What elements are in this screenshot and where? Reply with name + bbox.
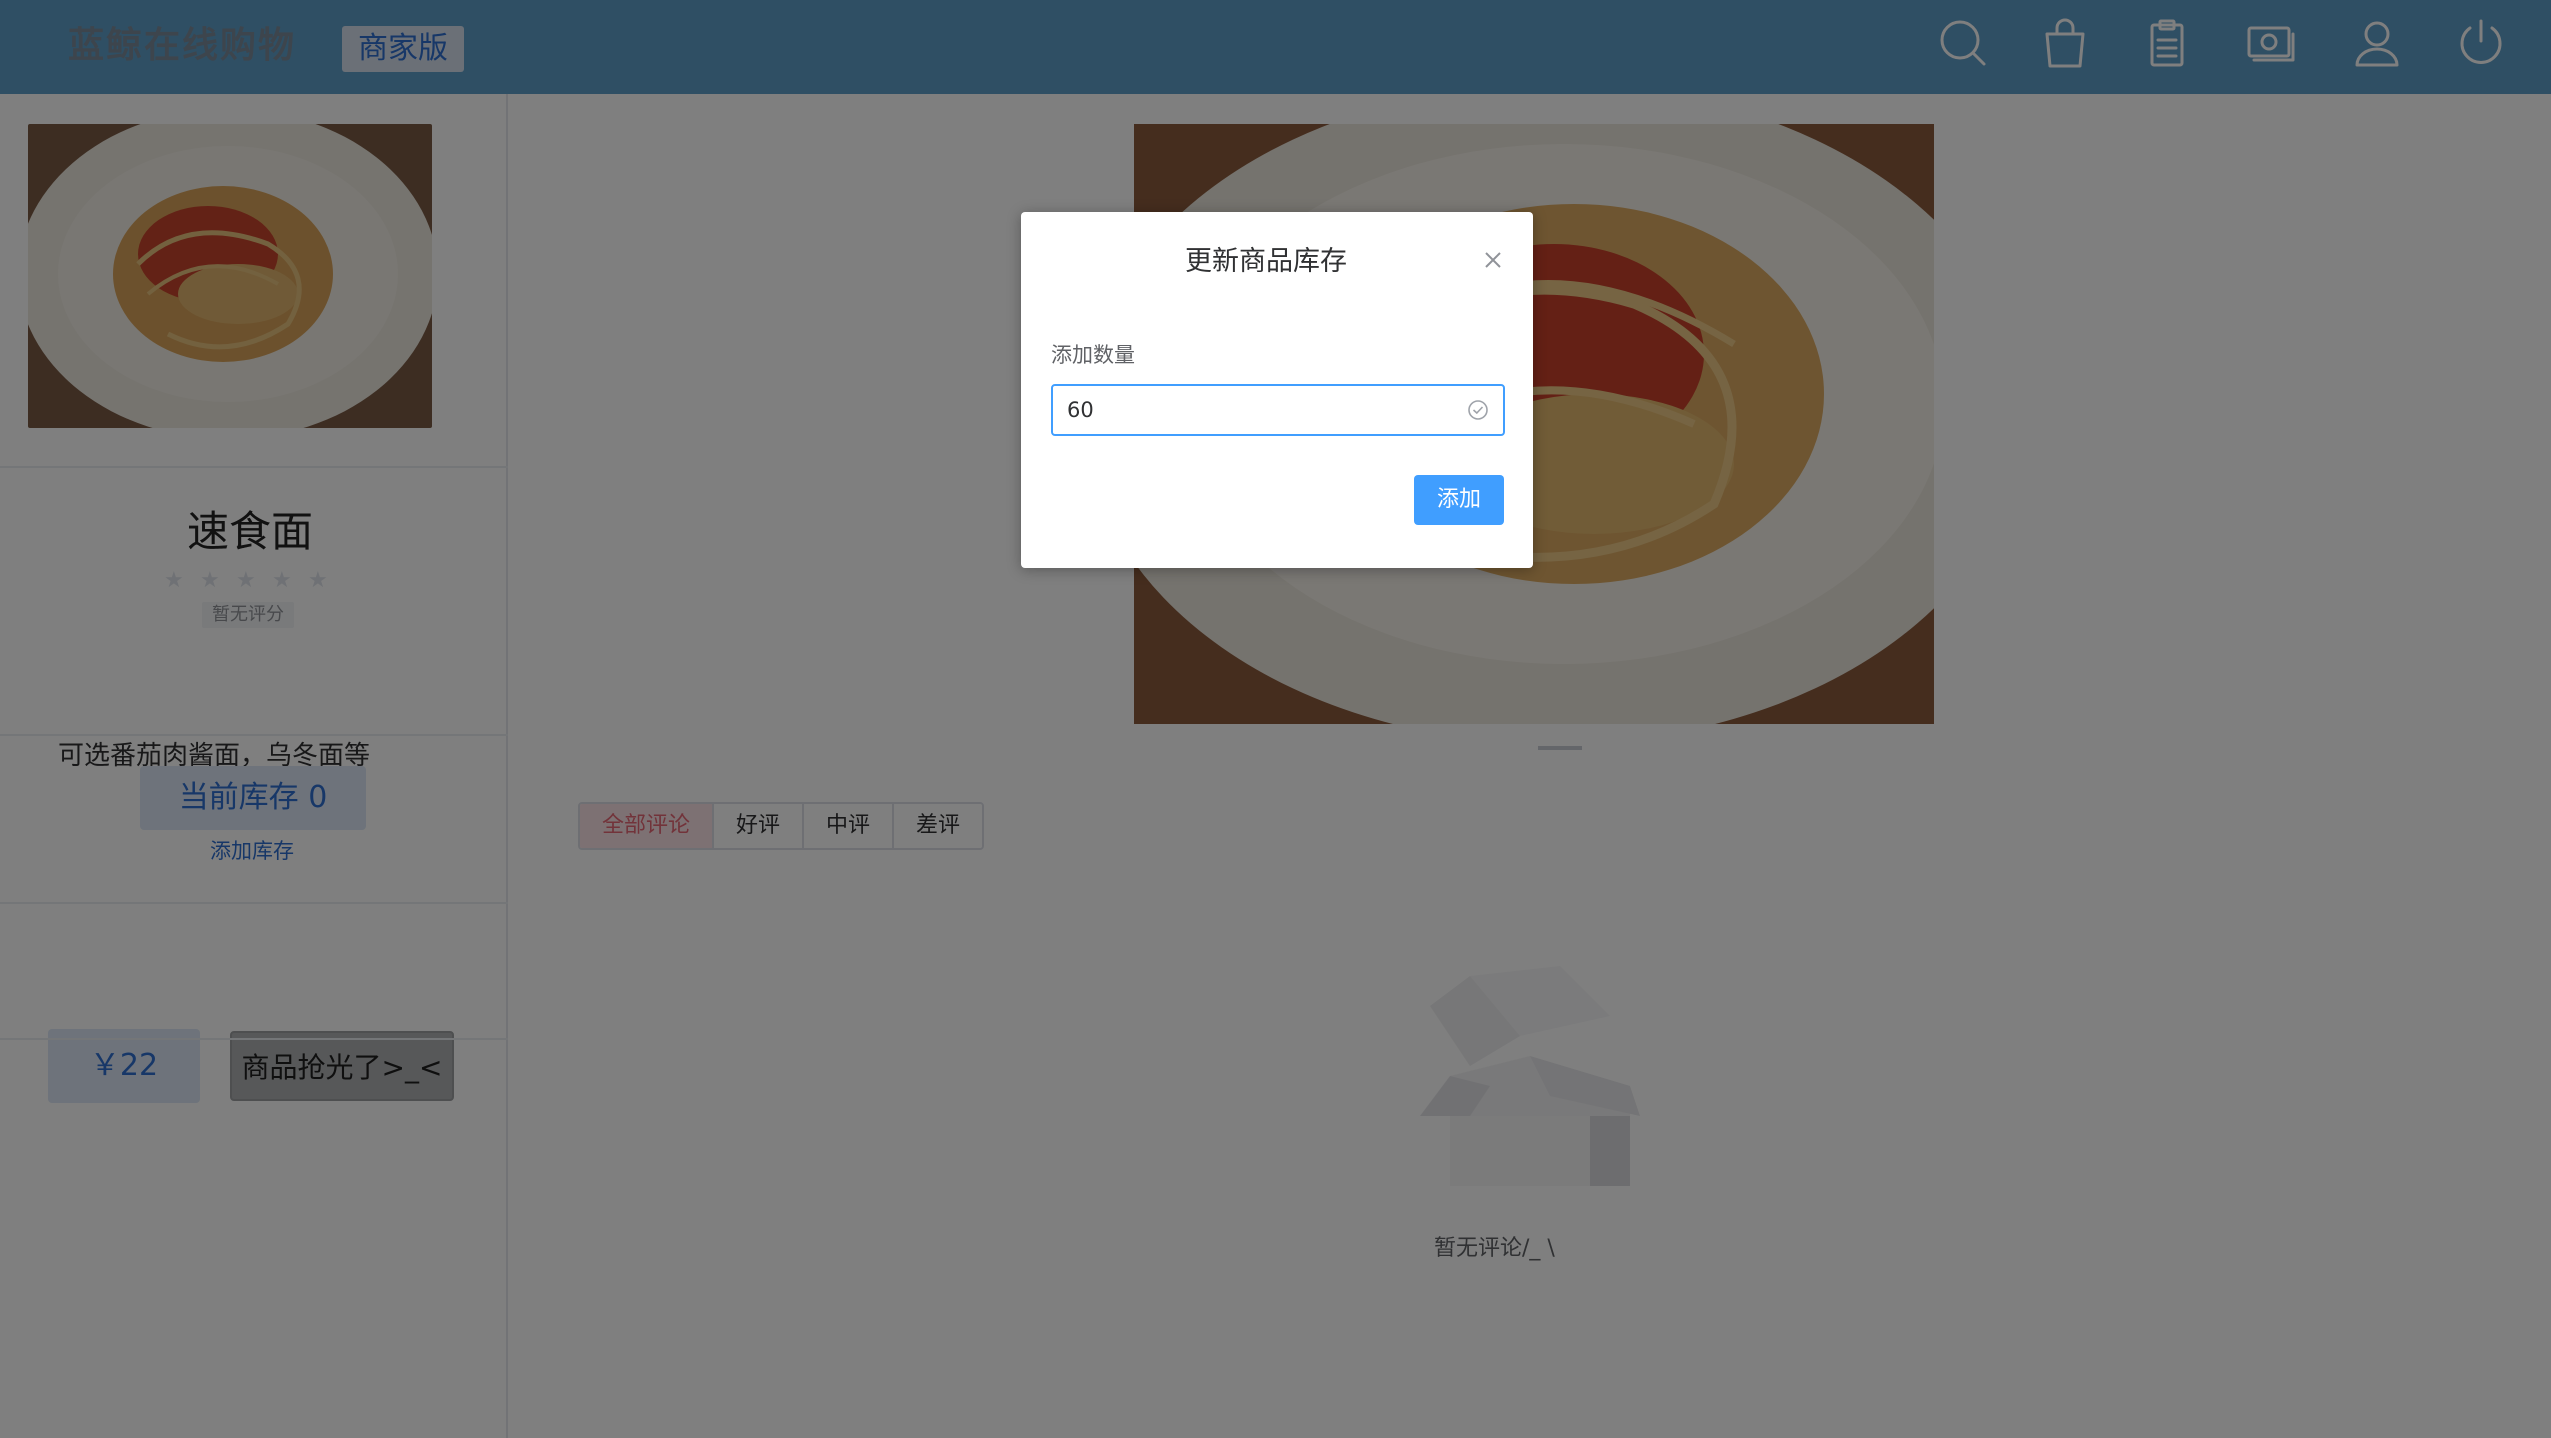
dialog-title: 更新商品库存 [1185, 246, 1347, 277]
update-stock-dialog: 更新商品库存 添加数量 添加 [1021, 212, 1533, 568]
quantity-label: 添加数量 [1051, 343, 1135, 367]
close-icon[interactable] [1479, 246, 1507, 274]
check-circle-icon [1467, 399, 1489, 421]
quantity-field[interactable] [1051, 384, 1505, 436]
add-button[interactable]: 添加 [1414, 475, 1504, 525]
quantity-input[interactable] [1067, 386, 1447, 434]
